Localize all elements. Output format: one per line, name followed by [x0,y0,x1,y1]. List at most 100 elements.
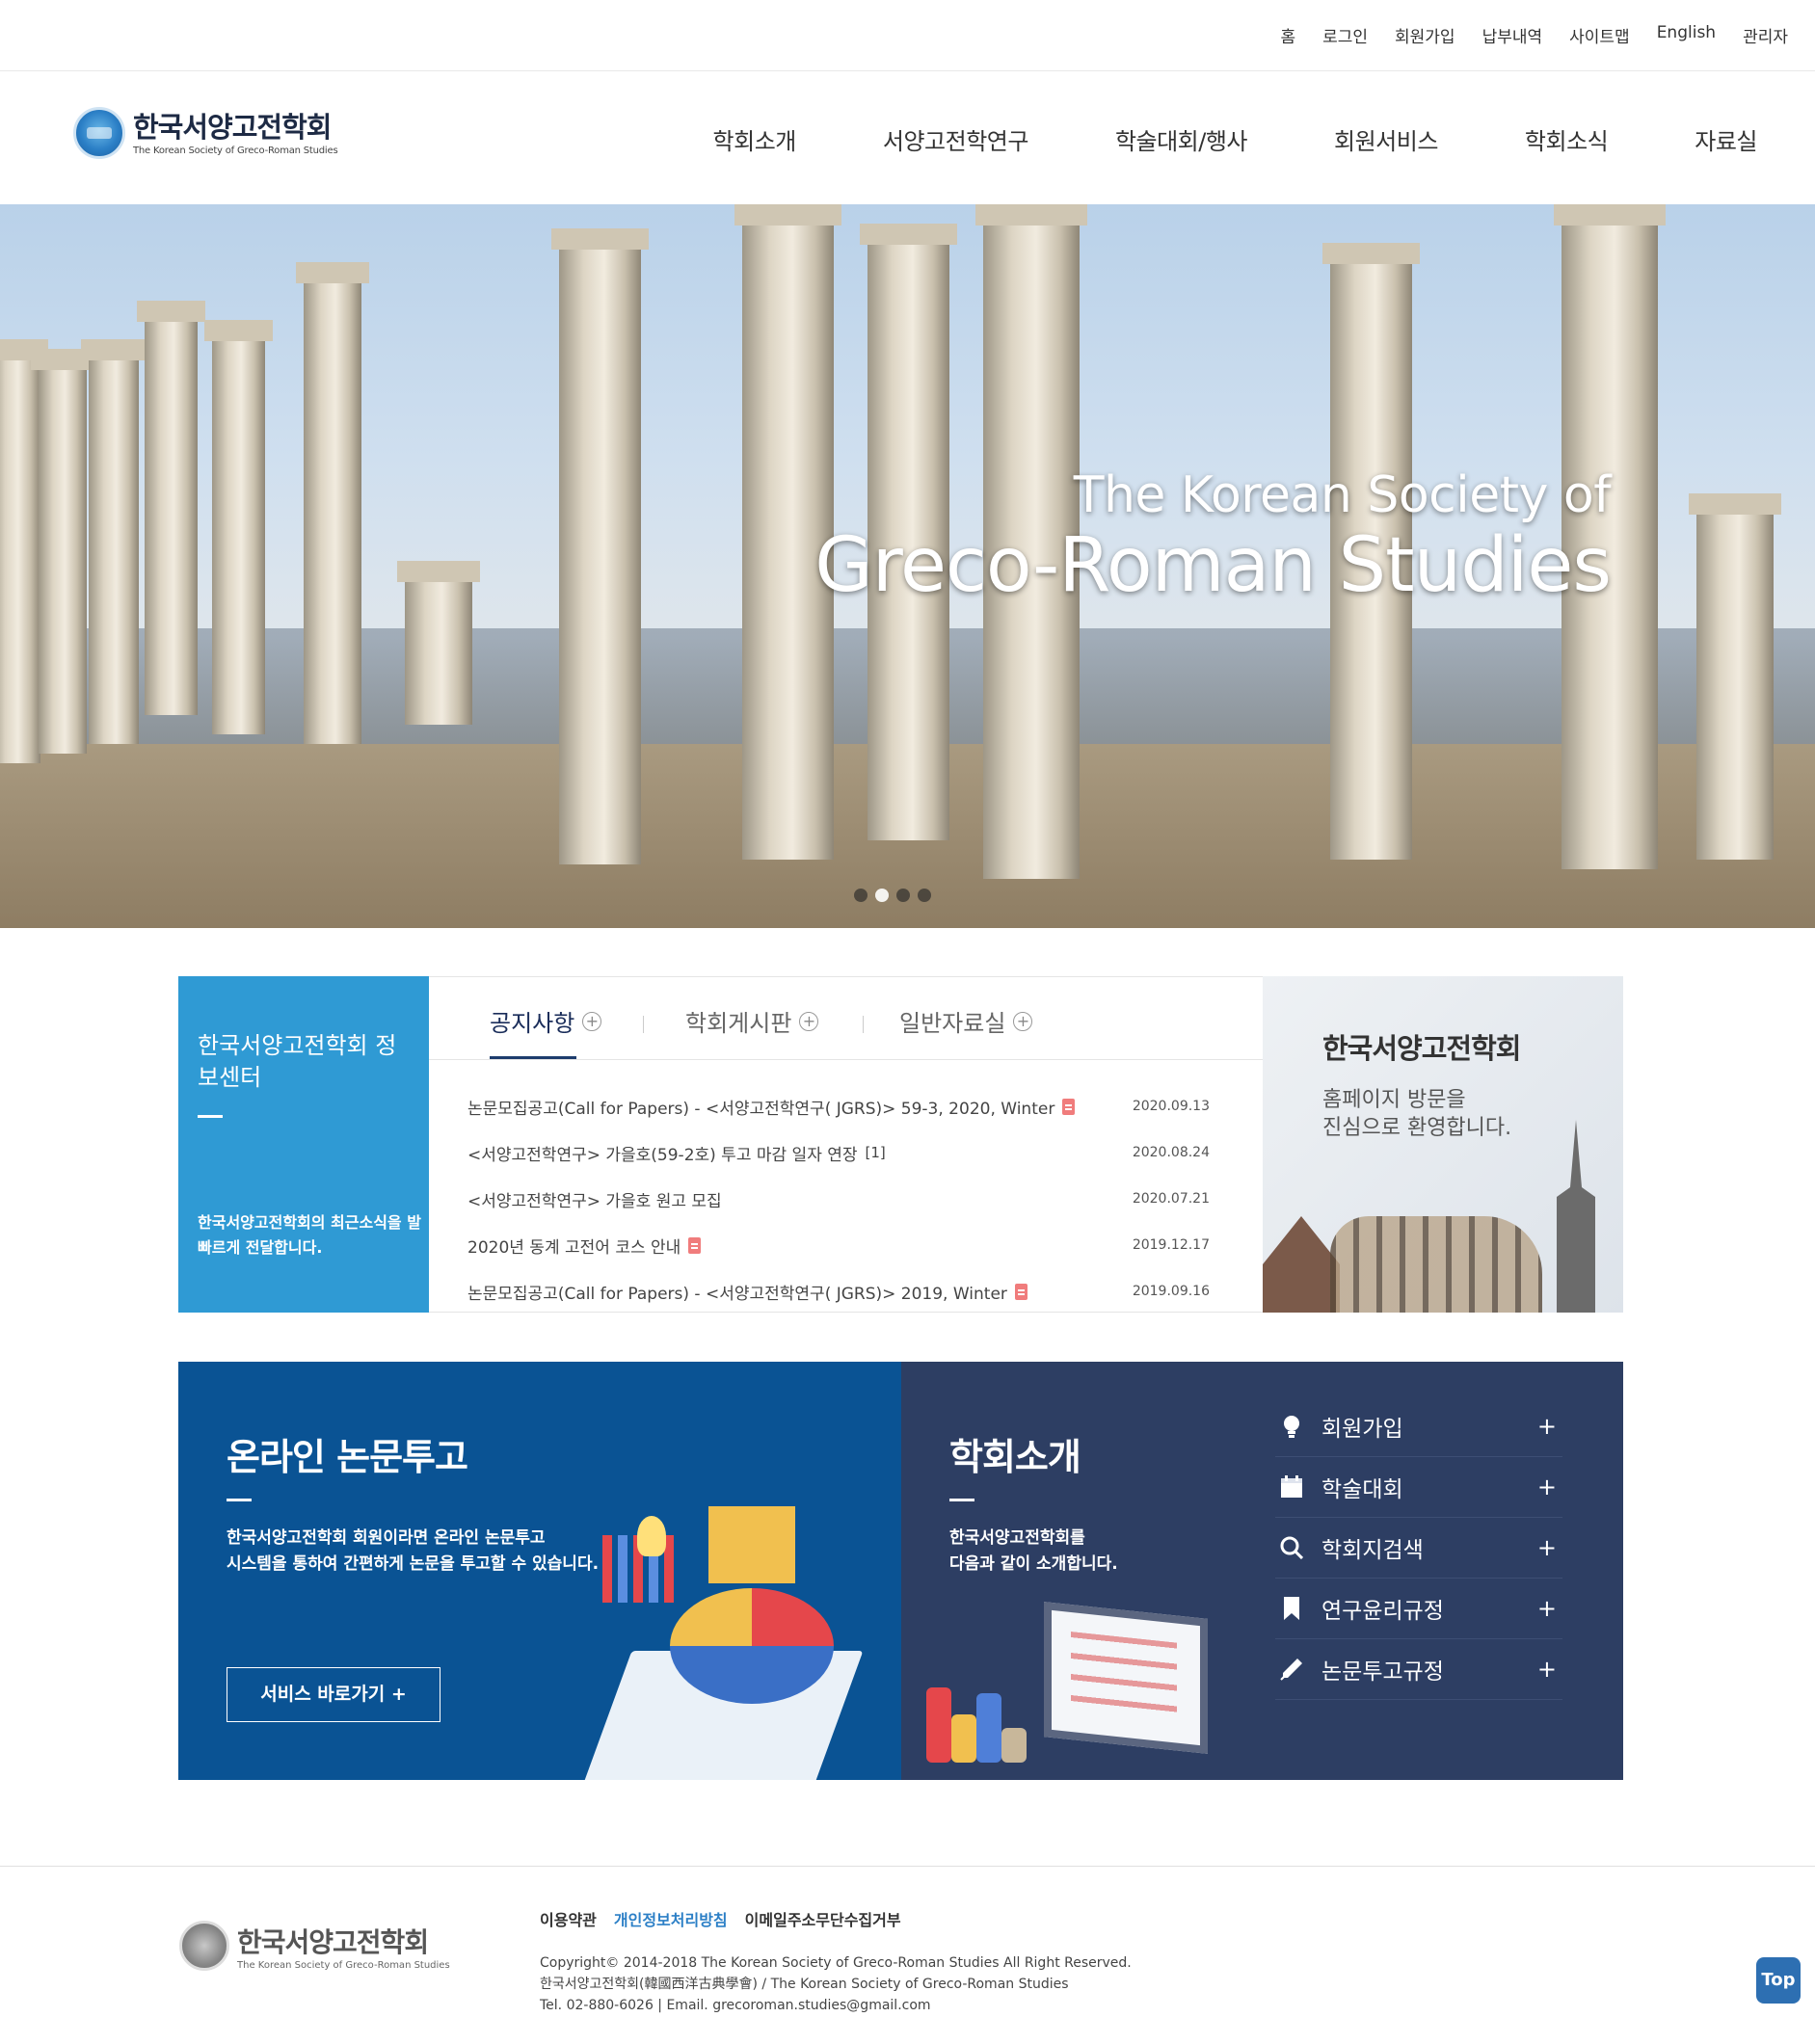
search-icon [1279,1535,1304,1560]
quick-link-label: 논문투고규정 [1321,1659,1444,1685]
quick-link-research-ethics[interactable]: 연구윤리규정 + [1275,1579,1562,1639]
footer-link-email-policy[interactable]: 이메일주소무단수집거부 [745,1907,901,1930]
footer-contact: Tel. 02-880-6026 | Email. grecoroman.stu… [540,1998,931,2013]
plus-icon[interactable]: + [1537,1656,1557,1683]
online-submission-panel: 온라인 논문투고 한국서양고전학회 회원이라면 온라인 논문투고 시스템을 통하… [178,1362,901,1780]
util-link-payments[interactable]: 납부내역 [1482,23,1543,47]
site-logo[interactable]: 한국서양고전학회 The Korean Society of Greco-Rom… [73,107,338,159]
plus-icon[interactable]: + [1537,1595,1557,1622]
plus-icon[interactable]: + [1537,1413,1557,1440]
plus-icon[interactable]: + [1537,1473,1557,1500]
notice-title[interactable]: 2020년 동계 고전어 코스 안내 [467,1234,681,1258]
notice-title[interactable]: 논문모집공고(Call for Papers) - <서양고전학연구( JGRS… [467,1280,1007,1304]
lightbulb-icon [1279,1414,1304,1439]
column-image [137,301,205,715]
main-nav-archive[interactable]: 자료실 [1695,122,1757,156]
intro-title: 학회소개 [949,1436,1081,1478]
tab-separator [643,1016,644,1033]
plus-circle-icon[interactable]: + [582,1011,602,1031]
notice-title[interactable]: <서양고전학연구> 가을호(59-2호) 투고 마감 일자 연장 [467,1141,858,1165]
quick-link-signup[interactable]: 회원가입 + [1275,1396,1562,1457]
notice-date: 2019.09.16 [1132,1284,1210,1299]
landmarks-illustration [1263,1120,1623,1313]
hero-banner: The Korean Society of Greco-Roman Studie… [0,204,1815,928]
quick-link-submission-rules[interactable]: 논문투고규정 + [1275,1639,1562,1700]
util-link-english[interactable]: English [1657,23,1716,47]
main-nav-journal[interactable]: 서양고전학연구 [883,122,1029,156]
main-nav-conferences[interactable]: 학술대회/행사 [1115,122,1248,156]
slide-dot[interactable] [854,889,867,902]
quick-link-journal-search[interactable]: 학회지검색 + [1275,1518,1562,1579]
pen-icon [1279,1657,1304,1682]
notice-title[interactable]: 논문모집공고(Call for Papers) - <서양고전학연구( JGRS… [467,1095,1054,1119]
welcome-message: 홈페이지 방문을 진심으로 환영합니다. [1322,1086,1511,1142]
intro-desc-line2: 다음과 같이 소개합니다. [949,1554,1118,1574]
notice-title[interactable]: <서양고전학연구> 가을호 원고 모집 [467,1187,722,1211]
scroll-top-button[interactable]: Top [1756,1957,1801,2004]
info-center-divider [198,1115,223,1118]
calendar-icon [1279,1474,1304,1500]
notice-date: 2020.09.13 [1132,1099,1210,1114]
footer-logo[interactable]: 한국서양고전학회 The Korean Society of Greco-Rom… [179,1921,450,1971]
service-shortcut-button[interactable]: 서비스 바로가기 + [227,1667,440,1722]
hero-title-line1: The Korean Society of [1073,466,1612,524]
plus-circle-icon[interactable]: + [1013,1011,1033,1031]
hero-title: The Korean Society of Greco-Roman Studie… [814,466,1612,607]
slide-dot[interactable] [896,889,910,902]
quick-link-label: 학회지검색 [1321,1538,1424,1563]
plus-circle-icon[interactable]: + [799,1011,819,1031]
quick-link-conference[interactable]: 학술대회 + [1275,1457,1562,1518]
util-link-signup[interactable]: 회원가입 [1395,23,1455,47]
column-image [204,320,273,734]
quick-links: 회원가입 + 학술대회 + 학회지검색 + 연구윤리규정 + 논문투고규정 + [1275,1396,1562,1700]
notice-date: 2019.12.17 [1132,1237,1210,1253]
tab-general-archive[interactable]: 일반자료실 + [899,1004,1033,1038]
pie-chart-illustration [670,1588,834,1704]
util-link-home[interactable]: 홈 [1280,23,1295,47]
util-link-sitemap[interactable]: 사이트맵 [1569,23,1630,47]
cylinder-chart-illustration [976,1693,1001,1763]
plus-icon[interactable]: + [1537,1534,1557,1561]
cylinder-chart-illustration [926,1687,951,1763]
list-item[interactable]: 논문모집공고(Call for Papers) - <서양고전학연구( JGRS… [467,1268,1219,1314]
tab-society-board[interactable]: 학회게시판 + [685,1004,819,1038]
list-item[interactable]: <서양고전학연구> 가을호 원고 모집 2020.07.21 [467,1176,1219,1222]
quick-link-label: 회원가입 [1321,1417,1403,1442]
quick-link-label: 연구윤리규정 [1321,1599,1444,1624]
main-nav-about[interactable]: 학회소개 [713,122,797,156]
notice-date: 2020.07.21 [1132,1191,1210,1207]
hero-pagination [854,889,931,902]
lightbulb-illustration [637,1516,666,1556]
slide-dot[interactable] [875,889,889,902]
welcome-box: 한국서양고전학회 홈페이지 방문을 진심으로 환영합니다. [1263,976,1623,1313]
utility-nav: 홈 로그인 회원가입 납부내역 사이트맵 English 관리자 [1280,23,1788,47]
intro-divider [949,1499,974,1501]
util-link-login[interactable]: 로그인 [1322,23,1368,47]
cylinder-chart-illustration [1001,1728,1027,1763]
footer-link-terms[interactable]: 이용약관 [540,1907,597,1930]
list-item[interactable]: <서양고전학연구> 가을호(59-2호) 투고 마감 일자 연장 [1] 202… [467,1129,1219,1176]
util-link-admin[interactable]: 관리자 [1743,23,1788,47]
submission-desc-line2: 시스템을 통하여 간편하게 논문을 투고할 수 있습니다. [227,1554,600,1574]
welcome-line2: 진심으로 환영합니다. [1322,1116,1512,1140]
cylinder-chart-illustration [951,1714,976,1763]
tab-notices[interactable]: 공지사항 + [490,1004,602,1038]
quick-link-label: 학술대회 [1321,1477,1403,1502]
footer-logo-name-en: The Korean Society of Greco-Roman Studie… [237,1959,450,1971]
main-nav-member-services[interactable]: 회원서비스 [1334,122,1438,156]
footer-link-privacy[interactable]: 개인정보처리방침 [614,1907,728,1930]
list-item[interactable]: 논문모집공고(Call for Papers) - <서양고전학연구( JGRS… [467,1083,1219,1129]
column-image [81,339,147,744]
footer-info: Copyright© 2014-2018 The Korean Society … [540,1952,1132,2016]
info-center-box: 한국서양고전학회 정보센터 한국서양고전학회의 최근소식을 발 빠르게 전달합니… [178,976,429,1313]
column-image [551,228,649,864]
tab-label: 학회게시판 [685,1010,792,1037]
info-center-desc: 한국서양고전학회의 최근소식을 발 빠르게 전달합니다. [198,1213,421,1257]
tab-label: 공지사항 [490,1010,575,1037]
main-nav-news[interactable]: 학회소식 [1525,122,1609,156]
bookmark-icon [1279,1596,1304,1621]
list-item[interactable]: 2020년 동계 고전어 코스 안내 2019.12.17 [467,1222,1219,1268]
column-image [31,349,94,754]
slide-dot[interactable] [918,889,931,902]
church-tower-image [1557,1120,1595,1313]
